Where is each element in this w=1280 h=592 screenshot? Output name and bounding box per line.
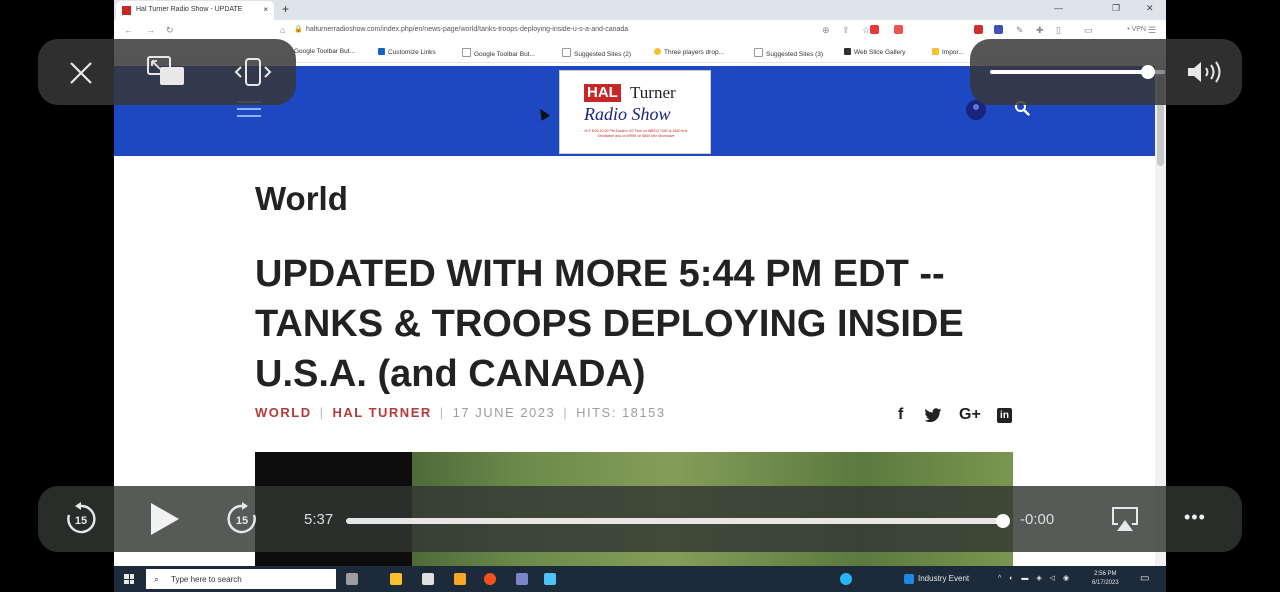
volume-speaker-icon[interactable] [1186,59,1224,85]
elapsed-time: 5:37 [304,511,334,528]
picture-in-picture-icon[interactable] [146,55,188,89]
window-close-icon[interactable]: ✕ [1146,3,1154,14]
home-icon[interactable]: ⌂ [280,25,285,35]
fit-to-screen-icon[interactable] [233,56,273,88]
extension-red-icon[interactable] [974,25,983,34]
progress-scrubber-knob[interactable] [996,514,1011,528]
svg-text:15: 15 [236,515,248,527]
bookmark-star-icon[interactable]: ☆ [862,25,870,36]
player-transport-bar: 15 15 5:37 -0:00 ••• [38,486,1242,552]
player-volume-control [970,39,1242,105]
search-icon: ⌕ [154,574,160,584]
wallet-icon[interactable]: ▭ [1084,25,1093,36]
skip-forward-15-icon[interactable]: 15 [225,502,259,536]
puzzle-icon[interactable]: ✚ [1036,25,1044,36]
remaining-time: -0:00 [1020,511,1055,528]
windows-start-icon[interactable] [124,574,134,584]
tab-close-icon[interactable]: × [263,5,268,14]
app-icon[interactable] [516,573,528,585]
edge-icon[interactable] [840,573,852,585]
logo-turner: Turner [630,83,676,102]
player-top-left-controls [38,39,296,105]
bookmark-item[interactable]: Suggested Sites (3) [754,48,823,58]
url-field[interactable]: halturnerradioshow.com/index.php/en/news… [306,26,628,33]
google-plus-share-icon[interactable]: G+ [959,406,981,424]
app-icon[interactable] [544,573,556,585]
volume-slider-fill [990,70,1148,74]
meta-author-link[interactable]: HAL TURNER [333,405,432,420]
back-icon[interactable]: ← [124,25,133,35]
new-tab-button[interactable]: + [282,2,289,16]
vpn-label[interactable]: • VPN [1127,26,1146,33]
task-view-icon[interactable] [346,573,358,585]
article-meta: WORLD | HAL TURNER | 17 JUNE 2023 | HITS: 1815… [255,405,666,420]
skip-back-15-icon[interactable]: 15 [64,502,98,536]
category-heading: World [255,180,348,217]
app-icon[interactable] [454,573,466,585]
forward-icon[interactable]: → [146,25,155,35]
browser-taskbar-icon[interactable] [484,573,496,585]
event-icon [904,574,914,584]
meta-category-link[interactable]: WORLD [255,405,312,420]
playback-progress-bar[interactable] [346,514,1011,528]
logo-schedule: M-F 8:00-10:00 PM Eastern US Time on WBC… [584,129,688,138]
facebook-share-icon[interactable]: f [898,406,903,424]
meta-hits: HITS: 18153 [576,405,666,420]
share-page-icon[interactable]: ⇪ [842,25,850,36]
extension-translate-icon[interactable] [994,25,1003,34]
volume-slider[interactable] [990,65,1165,79]
site-logo[interactable]: HAL Turner Radio Show M-F 8:00-10:00 PM … [559,70,711,154]
browser-tab[interactable]: Hal Turner Radio Show - UPDATE × [116,1,274,20]
file-explorer-icon[interactable] [390,573,402,585]
progress-fill [346,518,1004,524]
system-tray-icons[interactable]: ^ ◐ ▬ ◈ ◁ ◉ [998,574,1072,582]
logo-radio-show: Radio Show [584,104,671,124]
more-options-icon[interactable]: ••• [1184,507,1206,528]
menu-icon[interactable]: ☰ [1148,25,1156,36]
reload-icon[interactable]: ↻ [166,25,174,36]
close-player-icon[interactable] [68,60,94,86]
taskbar-clock[interactable]: 2:56 PM 6/17/2023 [1092,570,1119,588]
taskbar-search-input[interactable]: ⌕ Type here to search [146,569,336,589]
zoom-icon[interactable]: ⊕ [822,25,830,36]
extension-shield-icon[interactable] [870,25,879,34]
lock-icon: 🔒 [294,26,303,33]
bookmark-item[interactable]: Three players drop... [654,48,724,56]
meta-date: 17 JUNE 2023 [452,405,556,420]
bookmark-item[interactable]: Suggested Sites (2) [562,48,631,58]
bookmark-item[interactable]: Customize Links [378,48,436,56]
bookmark-item[interactable]: Impor... [932,48,964,56]
airplay-icon[interactable] [1110,505,1140,533]
mouse-cursor-icon [535,106,551,121]
windows-taskbar: ⌕ Type here to search Industry Event ^ ◐… [114,566,1166,592]
bookmark-item[interactable]: Google Toolbar But... [294,48,355,55]
taskbar-news-label[interactable]: Industry Event [918,574,969,583]
extension-alert-icon[interactable] [894,25,903,34]
calculator-icon[interactable] [422,573,434,585]
play-button[interactable] [146,500,182,538]
bookmark-item[interactable]: Web Slice Gallery [844,48,906,56]
volume-slider-knob[interactable] [1140,65,1155,79]
linkedin-share-icon[interactable]: in [997,408,1012,423]
twitter-share-icon[interactable] [924,408,942,423]
browser-tab-bar: Hal Turner Radio Show - UPDATE × + — ❐ ✕ [114,0,1166,20]
article-headline: UPDATED WITH MORE 5:44 PM EDT -- TANKS &… [255,253,964,395]
notifications-icon[interactable]: ▭ [1140,573,1149,584]
tab-title: Hal Turner Radio Show - UPDATE [136,6,243,13]
bookmark-item[interactable]: Google Toolbar But... [462,48,535,58]
window-minimize-icon[interactable]: — [1054,3,1063,13]
sidebar-icon[interactable]: ▯ [1056,25,1061,36]
site-favicon-icon [122,6,131,15]
svg-text:15: 15 [75,515,87,527]
pen-icon[interactable]: ✎ [1016,25,1024,36]
window-restore-icon[interactable]: ❐ [1112,3,1120,14]
logo-hal: HAL [584,84,621,102]
